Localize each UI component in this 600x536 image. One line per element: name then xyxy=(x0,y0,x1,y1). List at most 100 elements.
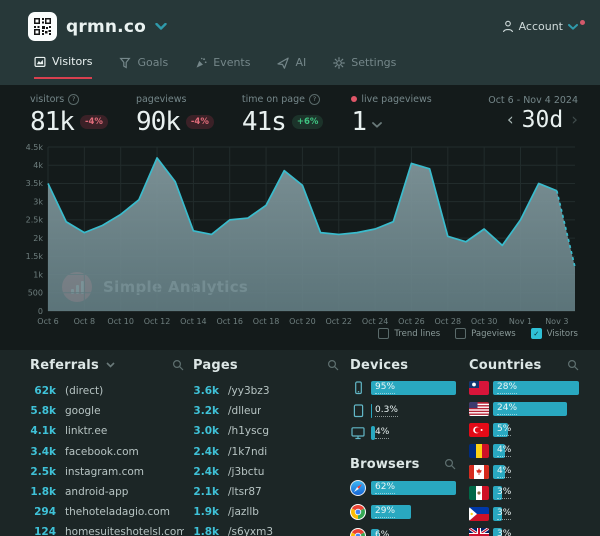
country-row[interactable]: 24% xyxy=(469,402,579,416)
row-label[interactable]: /h1yscg xyxy=(228,425,269,437)
browser-row[interactable]: 29% xyxy=(350,504,456,520)
page-row[interactable]: 2.4k/1k7ndi xyxy=(193,442,339,462)
row-label[interactable]: thehoteladagio.com xyxy=(65,506,170,518)
row-label[interactable]: homesuiteshotelsl.com xyxy=(65,526,184,536)
row-label[interactable]: instagram.com xyxy=(65,466,144,478)
device-row[interactable]: 4% xyxy=(350,426,456,440)
bar-track: 4% xyxy=(493,444,579,458)
tab-events[interactable]: Events xyxy=(195,55,250,79)
country-row[interactable]: 3% xyxy=(469,486,579,500)
referral-row[interactable]: 4.1k linktr.ee xyxy=(30,421,184,441)
row-label[interactable]: /dlleur xyxy=(228,405,261,417)
stat-number: 90k xyxy=(135,107,181,137)
stat-value: 90k -4% xyxy=(136,107,214,137)
page-row[interactable]: 2.4k/j3bctu xyxy=(193,462,339,482)
visitors-area-chart-canvas[interactable]: 0 500 1k 1.5k 2k 2.5k 3k 3.5k 4k 4.5k Oct 6 Oct 8 Oc… xyxy=(0,140,600,340)
row-value: 5.8k xyxy=(30,405,56,418)
row-label[interactable]: android-app xyxy=(65,486,128,498)
bar-track: 4% xyxy=(493,465,579,479)
account-menu[interactable]: Account xyxy=(502,19,585,33)
person-icon xyxy=(502,20,513,33)
page-row[interactable]: 3.6k/yy3bz3 xyxy=(193,381,339,401)
referral-row[interactable]: 124 homesuiteshotelsl.com xyxy=(30,522,184,536)
devices-panel: Devices 95% 0.3% 4% xyxy=(350,357,456,449)
search-icon[interactable] xyxy=(567,359,579,371)
canada-flag-icon xyxy=(469,465,493,479)
row-value: 2.1k xyxy=(193,486,219,499)
info-icon[interactable]: ? xyxy=(68,93,80,105)
breakdown-panels: Referrals 62k (direct) 5.8k google 4.1k linkt… xyxy=(0,350,600,536)
visitors-chart[interactable]: Simple Analytics Trend linesPageviews✓Vi… xyxy=(0,140,600,340)
row-label[interactable]: /yy3bz3 xyxy=(228,385,270,397)
bar-track: 3% xyxy=(493,507,579,521)
tab-settings[interactable]: Settings xyxy=(333,55,396,79)
row-value: 1.8k xyxy=(193,526,219,536)
stat-live-pageviews: live pageviews 1 xyxy=(351,93,432,140)
search-icon[interactable] xyxy=(444,458,456,470)
referral-row[interactable]: 2.5k instagram.com xyxy=(30,462,184,482)
site-selector[interactable]: qrmn.co xyxy=(28,12,167,41)
row-label[interactable]: facebook.com xyxy=(65,446,139,458)
bar-track: 29% xyxy=(371,505,456,519)
row-label[interactable]: /1k7ndi xyxy=(228,446,267,458)
referral-row[interactable]: 3.4k facebook.com xyxy=(30,442,184,462)
stat-visitors: visitors? 81k -4% xyxy=(30,93,108,140)
row-label[interactable]: /j3bctu xyxy=(228,466,264,478)
referral-row[interactable]: 1.8k android-app xyxy=(30,482,184,502)
browser-row[interactable]: 62% xyxy=(350,480,456,496)
tab-visitors[interactable]: Visitors xyxy=(34,55,93,79)
page-row[interactable]: 2.1k/ltsr87 xyxy=(193,482,339,502)
tab-label: Visitors xyxy=(52,55,93,68)
row-label[interactable]: linktr.ee xyxy=(65,425,107,437)
bar-track: 0.3% xyxy=(371,403,456,418)
tab-goals[interactable]: Goals xyxy=(119,55,168,79)
stat-label-text: visitors xyxy=(30,93,65,105)
device-row[interactable]: 95% xyxy=(350,381,456,395)
tab-ai[interactable]: AI xyxy=(277,55,306,79)
country-row[interactable]: 3% xyxy=(469,507,579,521)
previous-period-button[interactable]: ‹ xyxy=(507,111,514,129)
bar-percent: 5% xyxy=(497,424,512,436)
row-value: 4.1k xyxy=(30,425,56,438)
device-row[interactable]: 0.3% xyxy=(350,403,456,418)
row-value: 2.4k xyxy=(193,465,219,478)
country-row[interactable]: 4% xyxy=(469,444,579,458)
stat-label: time on page? xyxy=(242,93,324,105)
next-period-button[interactable]: › xyxy=(571,111,578,129)
page-row[interactable]: 1.8k/s6yxm3 xyxy=(193,522,339,536)
country-row[interactable]: 5% xyxy=(469,423,579,437)
chevron-down-icon[interactable] xyxy=(106,362,115,368)
row-label[interactable]: /s6yxm3 xyxy=(228,526,273,536)
bar-percent: 0.3% xyxy=(375,404,398,417)
stat-number: 81k xyxy=(30,107,75,137)
row-label[interactable]: (direct) xyxy=(65,385,103,397)
country-row[interactable]: 3% xyxy=(469,528,579,536)
page-row[interactable]: 3.2k/dlleur xyxy=(193,401,339,421)
taiwan-flag-icon xyxy=(469,381,493,395)
country-row[interactable]: 4% xyxy=(469,465,579,479)
page-row[interactable]: 1.9k/jazllb xyxy=(193,502,339,522)
country-row[interactable]: 28% xyxy=(469,381,579,395)
page-row[interactable]: 3.0k/h1yscg xyxy=(193,421,339,441)
mobile-chrome-icon xyxy=(350,528,366,536)
usa-flag-icon xyxy=(469,402,493,416)
svg-text:Oct 14: Oct 14 xyxy=(180,317,207,326)
referral-row[interactable]: 5.8k google xyxy=(30,401,184,421)
referral-row[interactable]: 294 thehoteladagio.com xyxy=(30,502,184,522)
info-icon[interactable]: ? xyxy=(308,93,320,105)
row-value: 3.4k xyxy=(30,445,56,458)
bar-track: 3% xyxy=(493,486,579,500)
browser-row[interactable]: 6% xyxy=(350,528,456,536)
tab-label: Events xyxy=(213,56,251,69)
mexico-flag-icon xyxy=(469,486,493,500)
safari-icon xyxy=(350,480,366,496)
ai-icon xyxy=(277,56,290,69)
row-label[interactable]: google xyxy=(65,405,101,417)
period-value[interactable]: 30d xyxy=(522,107,564,133)
chevron-down-icon[interactable] xyxy=(372,113,382,132)
row-label[interactable]: /ltsr87 xyxy=(228,486,262,498)
search-icon[interactable] xyxy=(327,359,339,371)
search-icon[interactable] xyxy=(172,359,184,371)
referral-row[interactable]: 62k (direct) xyxy=(30,381,184,401)
row-label[interactable]: /jazllb xyxy=(228,506,259,518)
